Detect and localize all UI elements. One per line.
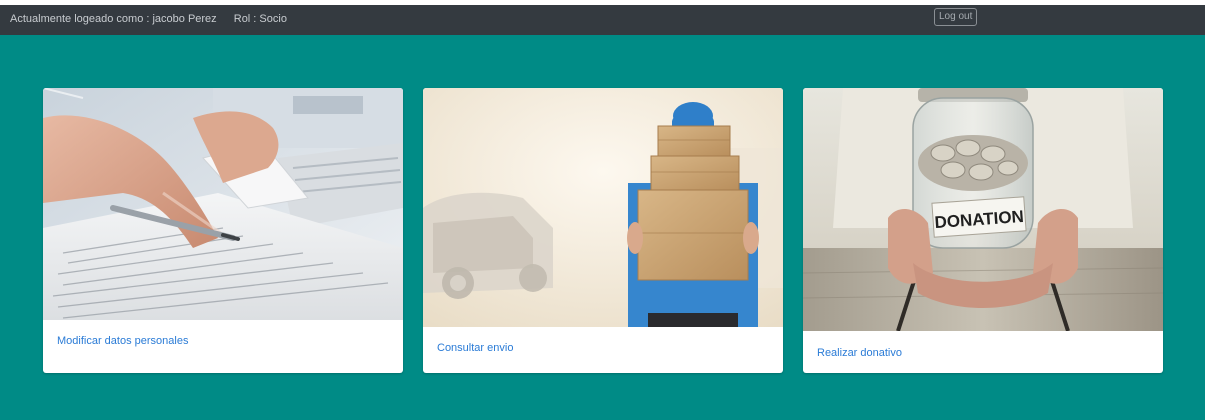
donation-jar-photo: DONATION bbox=[803, 88, 1163, 331]
user-role-label: Rol : Socio bbox=[233, 13, 287, 25]
top-navbar: Actualmente logeado como : jacobo Perez … bbox=[0, 5, 1205, 35]
card-make-donation[interactable]: DONATION Realizar donativo bbox=[803, 88, 1163, 373]
logged-user-label: Actualmente logeado como : jacobo Perez bbox=[10, 13, 217, 25]
check-shipment-link[interactable]: Consultar envio bbox=[437, 342, 513, 354]
writing-document-photo bbox=[43, 88, 403, 320]
card-check-shipment[interactable]: Consultar envio bbox=[423, 88, 783, 373]
delivery-boxes-photo bbox=[423, 88, 783, 327]
modify-personal-data-link[interactable]: Modificar datos personales bbox=[57, 335, 188, 347]
page-background: Actualmente logeado como : jacobo Perez … bbox=[0, 5, 1205, 420]
user-info: Actualmente logeado como : jacobo Perez … bbox=[10, 13, 287, 25]
make-donation-link[interactable]: Realizar donativo bbox=[817, 347, 902, 359]
card-modify-personal-data[interactable]: Modificar datos personales bbox=[43, 88, 403, 373]
logout-button[interactable]: Log out bbox=[934, 8, 978, 26]
